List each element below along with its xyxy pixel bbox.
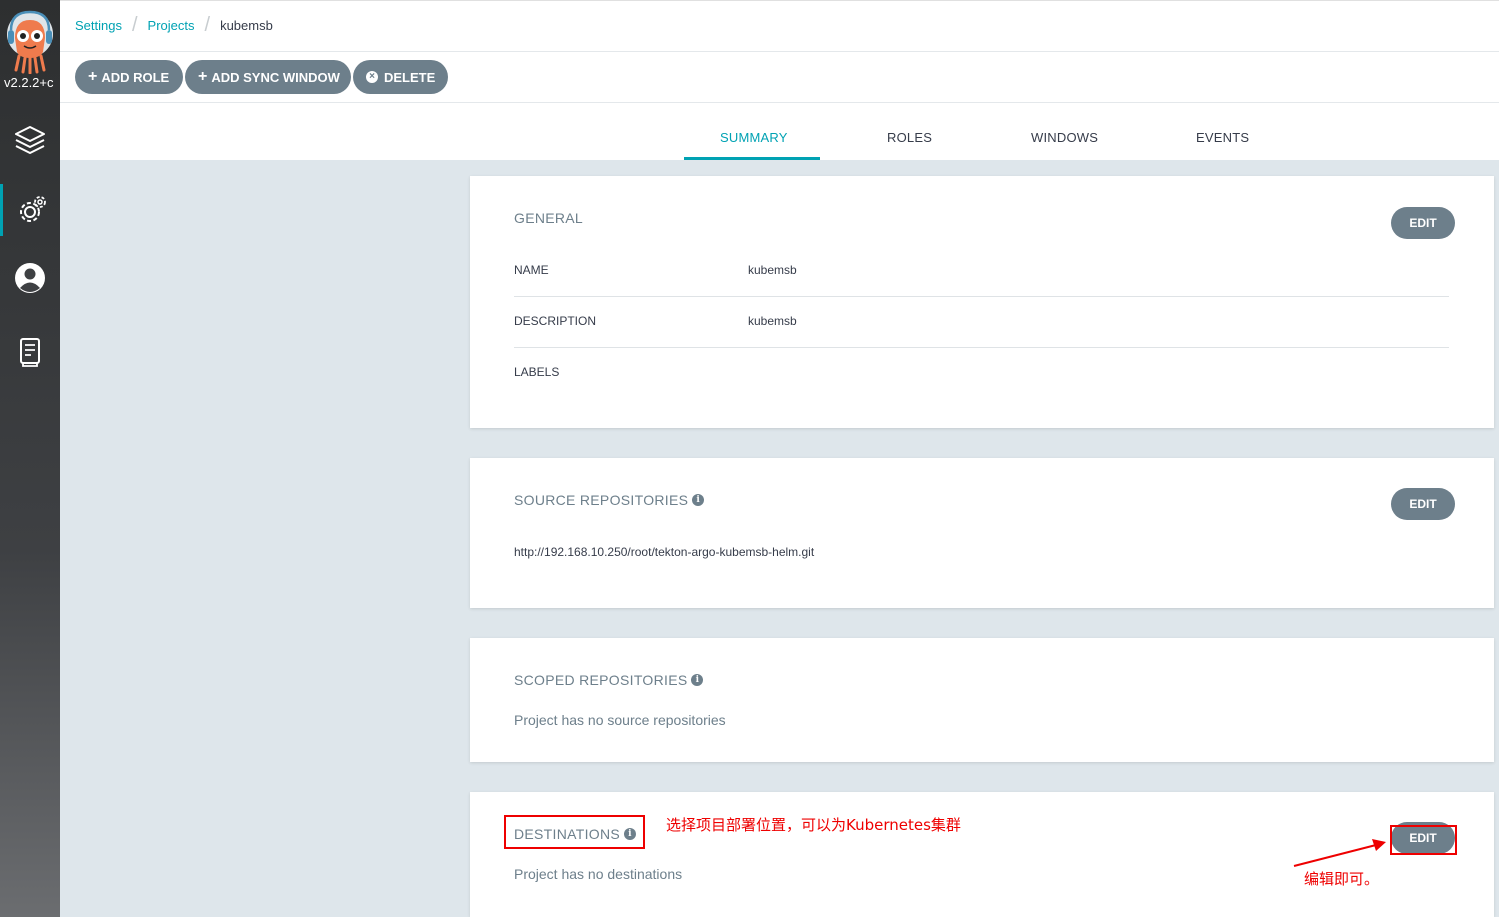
scoped-repositories-heading: SCOPED REPOSITORIES i xyxy=(514,672,704,688)
general-row-labels: LABELS xyxy=(514,348,1449,399)
sidebar-item-documentation[interactable] xyxy=(0,326,60,378)
general-edit-button[interactable]: EDIT xyxy=(1391,207,1455,239)
source-repositories-title: SOURCE REPOSITORIES xyxy=(514,492,689,508)
description-label: DESCRIPTION xyxy=(514,314,597,328)
annotation-note-edit: 编辑即可。 xyxy=(1304,870,1380,888)
close-circle-icon: × xyxy=(366,71,378,83)
sidebar: v2.2.2+c xyxy=(0,0,60,917)
plus-icon: + xyxy=(88,68,98,85)
sidebar-item-settings[interactable] xyxy=(0,184,60,236)
description-value: kubemsb xyxy=(748,314,797,328)
breadcrumb-projects[interactable]: Projects xyxy=(148,18,195,33)
scoped-repositories-empty: Project has no source repositories xyxy=(514,712,726,728)
annotation-box-edit xyxy=(1390,825,1457,855)
general-row-name: NAME kubemsb xyxy=(514,246,1449,297)
general-card: GENERAL EDIT NAME kubemsb DESCRIPTION ku… xyxy=(470,176,1494,428)
source-repositories-heading: SOURCE REPOSITORIES i xyxy=(514,492,705,508)
annotation-note-destinations: 选择项目部署位置，可以为Kubernetes集群 xyxy=(666,816,961,834)
plus-icon: + xyxy=(198,68,208,85)
annotation-arrow-icon xyxy=(1293,839,1386,867)
add-role-label: ADD ROLE xyxy=(101,69,170,85)
tab-windows[interactable]: WINDOWS xyxy=(1031,130,1098,145)
info-icon[interactable]: i xyxy=(691,674,704,686)
general-title: GENERAL xyxy=(514,210,584,226)
breadcrumb-separator: / xyxy=(131,14,138,36)
toolbar: + ADD ROLE + ADD SYNC WINDOW × DELETE xyxy=(60,52,1499,103)
name-value: kubemsb xyxy=(748,263,797,277)
delete-label: DELETE xyxy=(384,69,436,85)
breadcrumb: Settings / Projects / kubemsb xyxy=(75,14,273,36)
name-label: NAME xyxy=(514,263,549,277)
sidebar-item-applications[interactable] xyxy=(0,114,60,166)
breadcrumb-settings[interactable]: Settings xyxy=(75,18,122,33)
breadcrumb-separator: / xyxy=(204,14,211,36)
general-row-description: DESCRIPTION kubemsb xyxy=(514,297,1449,348)
scoped-repositories-title: SCOPED REPOSITORIES xyxy=(514,672,688,688)
page-header: Settings / Projects / kubemsb xyxy=(60,0,1499,52)
layers-icon xyxy=(15,126,45,154)
source-repositories-card: SOURCE REPOSITORIES i EDIT http://192.16… xyxy=(470,458,1494,608)
user-icon xyxy=(15,263,45,293)
add-sync-window-button[interactable]: + ADD SYNC WINDOW xyxy=(185,60,351,94)
source-repositories-edit-button[interactable]: EDIT xyxy=(1391,488,1455,520)
scoped-repositories-card: SCOPED REPOSITORIES i Project has no sou… xyxy=(470,638,1494,762)
add-role-button[interactable]: + ADD ROLE xyxy=(75,60,183,94)
destinations-empty: Project has no destinations xyxy=(514,866,683,882)
annotation-box-destinations xyxy=(504,815,645,849)
labels-label: LABELS xyxy=(514,365,560,379)
docs-icon xyxy=(20,338,40,367)
active-tab-indicator xyxy=(684,157,820,160)
gear-icon xyxy=(19,196,46,222)
tab-roles[interactable]: ROLES xyxy=(887,130,932,145)
delete-button[interactable]: × DELETE xyxy=(353,60,448,94)
source-repository-url: http://192.168.10.250/root/tekton-argo-k… xyxy=(514,545,815,559)
tab-summary[interactable]: SUMMARY xyxy=(720,130,788,145)
add-sync-window-label: ADD SYNC WINDOW xyxy=(211,69,340,85)
sidebar-item-user-info[interactable] xyxy=(0,252,60,304)
breadcrumb-current: kubemsb xyxy=(220,18,273,33)
tab-bar: SUMMARY ROLES WINDOWS EVENTS xyxy=(60,103,1499,160)
argo-logo-icon[interactable] xyxy=(6,8,54,75)
tab-events[interactable]: EVENTS xyxy=(1196,130,1249,145)
info-icon[interactable]: i xyxy=(692,494,705,506)
version-label: v2.2.2+c xyxy=(4,75,54,90)
